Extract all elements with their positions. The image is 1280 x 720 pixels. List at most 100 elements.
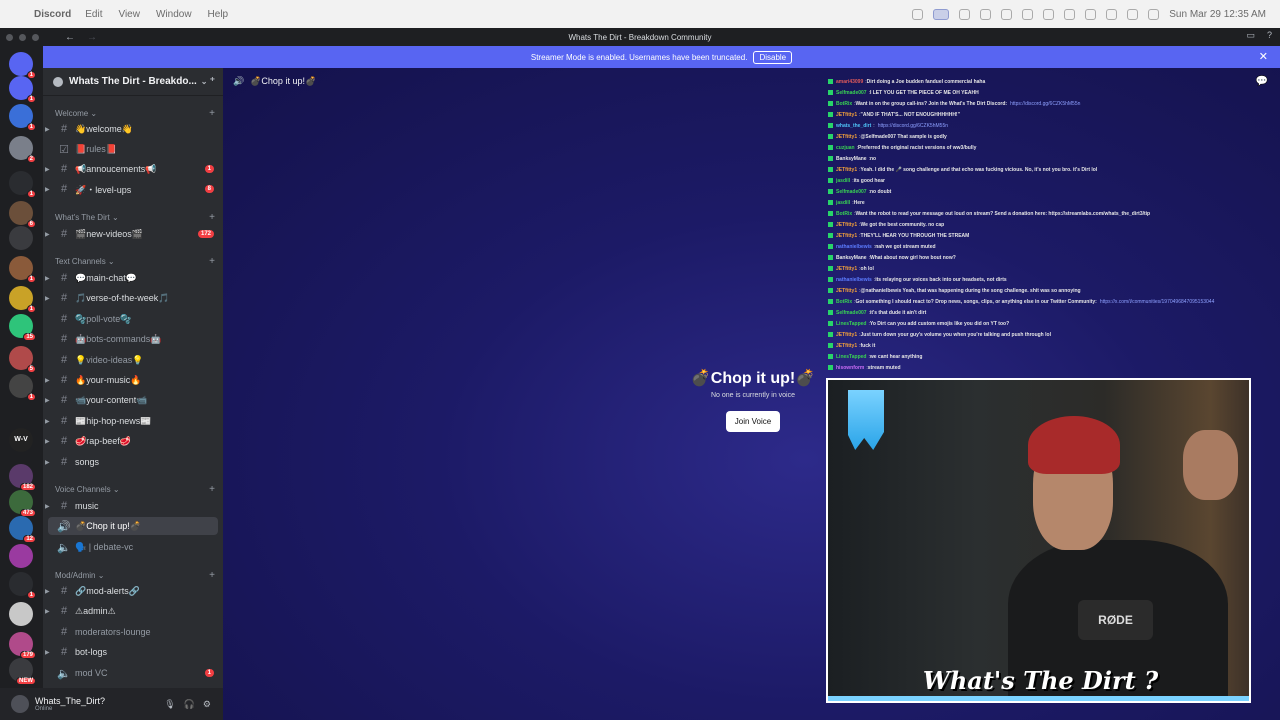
status-icon[interactable]: [1043, 8, 1055, 20]
category-whats-the-dirt[interactable]: What's The Dirt ⌄ +: [55, 212, 215, 223]
expand-arrow-icon[interactable]: ▶: [45, 588, 53, 595]
server-icon[interactable]: 6: [9, 201, 36, 228]
create-channel-icon[interactable]: +: [209, 570, 215, 581]
server-icon[interactable]: [9, 602, 33, 626]
clock[interactable]: Sun Mar 29 12:35 AM: [1169, 9, 1266, 20]
channel-level-ups[interactable]: ▶ # 🚀・level-ups 8: [45, 180, 218, 198]
back-arrow-icon[interactable]: ←: [65, 32, 75, 43]
gear-icon[interactable]: ⚙: [203, 699, 211, 710]
server-icon[interactable]: 1: [9, 171, 36, 198]
server-icon[interactable]: 179: [9, 632, 36, 659]
channel-verse-of-the-week[interactable]: ▶ # 🎵verse-of-the-week🎵: [45, 289, 218, 307]
channel-new-videos[interactable]: ▶ # 🎬new-videos🎬 172: [45, 225, 218, 243]
guild-header[interactable]: Whats The Dirt - Breakdo... ⌄ ⁺: [43, 68, 223, 96]
channel-bot-logs[interactable]: ▶ # bot-logs: [45, 643, 218, 661]
expand-arrow-icon[interactable]: ▶: [45, 166, 53, 173]
create-channel-icon[interactable]: +: [209, 256, 215, 267]
server-icon[interactable]: NEW: [9, 658, 36, 685]
voice-channel-chop-it-up[interactable]: 🔊 💣Chop it up!💣: [48, 517, 218, 535]
create-channel-icon[interactable]: +: [209, 108, 215, 119]
channel-announcements[interactable]: ▶ # 📢annoucements📢 1: [45, 160, 218, 178]
status-icon[interactable]: [912, 8, 924, 20]
menu-help[interactable]: Help: [208, 9, 229, 20]
chat-link[interactable]: https://x.com/i/communities/197049684709…: [1100, 299, 1215, 305]
server-icon[interactable]: 2: [9, 136, 36, 163]
channel-music[interactable]: ▶ # music: [45, 497, 218, 515]
expand-arrow-icon[interactable]: ▶: [45, 231, 53, 238]
server-icon[interactable]: 182: [9, 464, 36, 491]
expand-arrow-icon[interactable]: ▶: [45, 438, 53, 445]
expand-arrow-icon[interactable]: ▶: [45, 295, 53, 302]
channel-rap-beef[interactable]: ▶ # 🥩rap-beef🥩: [45, 432, 218, 450]
expand-arrow-icon[interactable]: ▶: [45, 126, 53, 133]
expand-arrow-icon[interactable]: ▶: [45, 186, 53, 193]
channel-poll-vote[interactable]: # 🫧poll-vote🫧: [48, 310, 218, 328]
inbox-icon[interactable]: ▭: [1246, 30, 1255, 41]
grid-icon[interactable]: [1064, 8, 1076, 20]
status-icon[interactable]: [959, 8, 971, 20]
minimize-window-icon[interactable]: [19, 33, 26, 41]
channel-admin[interactable]: ▶ # ⚠admin⚠: [45, 602, 218, 620]
server-icon[interactable]: 1: [9, 76, 36, 103]
server-icon[interactable]: 1: [9, 256, 36, 283]
channel-main-chat[interactable]: ▶ # 💬main-chat💬: [45, 269, 218, 287]
expand-arrow-icon[interactable]: ▶: [45, 275, 53, 282]
forward-arrow-icon[interactable]: →: [87, 32, 97, 43]
menu-window[interactable]: Window: [156, 9, 192, 20]
category-welcome[interactable]: Welcome ⌄ +: [55, 108, 215, 119]
chat-link[interactable]: https://discord.gg/6CZK5hM55n: [878, 123, 948, 129]
headphones-icon[interactable]: 🎧: [184, 699, 195, 710]
server-icon[interactable]: 1: [9, 286, 36, 313]
server-icon[interactable]: 12: [9, 516, 36, 543]
server-icon[interactable]: 473: [9, 490, 36, 517]
expand-arrow-icon[interactable]: ▶: [45, 377, 53, 384]
channel-your-music[interactable]: ▶ # 🔥your-music🔥: [45, 371, 218, 389]
category-voice-channels[interactable]: Voice Channels ⌄ +: [55, 484, 215, 495]
user-info[interactable]: Whats_The_Dirt? Online: [35, 696, 105, 712]
category-mod-admin[interactable]: Mod/Admin ⌄ +: [55, 570, 215, 581]
invite-people-icon[interactable]: ⁺: [210, 76, 215, 87]
status-icon[interactable]: [980, 8, 992, 20]
server-icon[interactable]: W-V: [9, 428, 33, 452]
chat-link[interactable]: https://discord.gg/6CZK5hM55n: [1010, 101, 1080, 107]
voice-channel-debate-vc[interactable]: 🔈 🗣️ | debate-vc: [48, 538, 218, 556]
channel-your-content[interactable]: ▶ # 📹your-content📹: [45, 391, 218, 409]
moon-icon[interactable]: [1001, 8, 1013, 20]
help-icon[interactable]: ?: [1267, 30, 1272, 41]
server-icon[interactable]: 1: [9, 104, 36, 131]
menu-view[interactable]: View: [118, 9, 140, 20]
play-icon[interactable]: [1022, 8, 1034, 20]
channel-rules[interactable]: ☑ 📕rules📕: [48, 140, 218, 158]
server-icon[interactable]: [9, 226, 33, 250]
server-icon[interactable]: 15: [9, 314, 36, 341]
menu-edit[interactable]: Edit: [85, 9, 102, 20]
avatar[interactable]: [11, 695, 29, 713]
expand-arrow-icon[interactable]: ▶: [45, 459, 53, 466]
category-text-channels[interactable]: Text Channels ⌄ +: [55, 256, 215, 267]
create-channel-icon[interactable]: +: [209, 212, 215, 223]
wifi-icon[interactable]: [1106, 8, 1118, 20]
channel-bots-commands[interactable]: # 🤖bots-commands🤖: [48, 330, 218, 348]
join-voice-button[interactable]: Join Voice: [725, 411, 781, 432]
channel-mod-alerts[interactable]: ▶ # 🔗mod-alerts🔗: [45, 582, 218, 600]
search-icon[interactable]: [1148, 8, 1160, 20]
channel-hip-hop-news[interactable]: ▶ # 📰hip-hop-news📰: [45, 412, 218, 430]
disable-streamer-mode-button[interactable]: Disable: [753, 50, 793, 64]
channel-songs[interactable]: ▶ # songs: [45, 453, 218, 471]
volume-icon[interactable]: [1085, 8, 1097, 20]
server-icon[interactable]: [9, 544, 33, 568]
expand-arrow-icon[interactable]: ▶: [45, 397, 53, 404]
expand-arrow-icon[interactable]: ▶: [45, 649, 53, 656]
voice-channel-mod-vc[interactable]: 🔈 mod VC 1: [48, 664, 218, 682]
channel-video-ideas[interactable]: # 💡video-ideas💡: [48, 351, 218, 369]
control-center-icon[interactable]: [1127, 8, 1139, 20]
server-icon[interactable]: 1: [9, 572, 36, 599]
channel-welcome[interactable]: ▶ # 👋welcome👋: [45, 120, 218, 138]
menu-app-name[interactable]: Discord: [34, 9, 71, 20]
expand-arrow-icon[interactable]: ▶: [45, 503, 53, 510]
screen-share-icon[interactable]: [933, 8, 950, 20]
zoom-window-icon[interactable]: [32, 33, 39, 41]
server-icon[interactable]: 5: [9, 346, 36, 373]
close-icon[interactable]: ✕: [1259, 50, 1268, 63]
expand-arrow-icon[interactable]: ▶: [45, 608, 53, 615]
